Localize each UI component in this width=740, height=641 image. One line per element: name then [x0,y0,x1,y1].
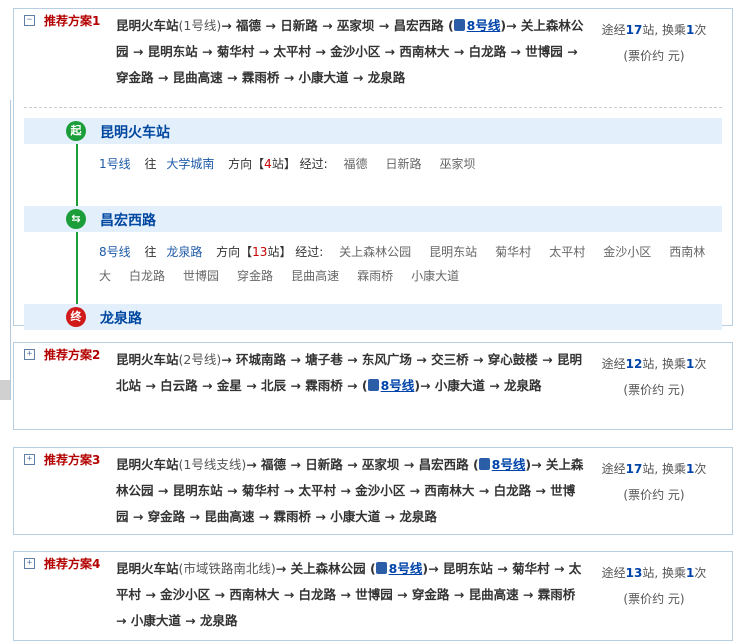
stop-name[interactable]: 日新路 [386,157,422,171]
plan-stats: 途经17站, 换乘1次 (票价约 元) [598,17,710,69]
route-line [76,232,78,304]
station-count: 17 [625,23,643,37]
stop-name[interactable]: 白龙路 [129,269,165,283]
end-station-bar: 终 龙泉路 [24,304,722,330]
plan-title[interactable]: 推荐方案3 [44,451,100,468]
collapse-icon[interactable]: − [24,15,35,26]
station-count: 13 [625,566,643,580]
stops-list: 福德 日新路 巫家坝 [344,157,494,171]
route-text: 昆明火车站 [116,457,179,472]
transfer-icon: ⇆ [66,209,86,229]
plan-stats: 途经13站, 换乘1次 (票价约 元) [598,560,710,612]
route-line [76,144,78,206]
divider [24,107,722,108]
expand-icon[interactable]: + [24,349,35,360]
line-link[interactable]: 8号线 [99,245,131,259]
plan-title[interactable]: 推荐方案4 [44,555,100,572]
transfer-station-name[interactable]: 昌宏西路 [100,210,156,230]
price: (票价约 元) [623,49,685,63]
plan-card-4: + 推荐方案4 昆明火车站(市域铁路南北线)→ 关上森林公园 (8号线)→ 昆明… [13,551,733,641]
station-count: 12 [625,357,643,371]
route-text: → 福德 → 日新路 → 巫家坝 → 昌宏西路 ( [246,457,479,472]
stop-name[interactable]: 穿金路 [237,269,273,283]
expand-icon[interactable]: + [24,454,35,465]
line-link[interactable]: 1号线 [99,157,131,171]
bus-icon [453,19,465,31]
route-text: (1号线) [178,18,222,33]
route-text: (2号线) [178,352,222,367]
scrollbar-thumb[interactable] [0,380,10,400]
line-link[interactable]: 8号线 [389,561,423,576]
route-text: (市域铁路南北线) [178,561,276,576]
price: (票价约 元) [623,488,685,502]
stop-name[interactable]: 巫家坝 [440,157,476,171]
plan-stats: 途经12站, 换乘1次 (票价约 元) [598,351,710,403]
price: (票价约 元) [623,383,685,397]
end-station-name[interactable]: 龙泉路 [100,308,142,328]
route-text: 昆明火车站 [116,561,179,576]
stop-name[interactable]: 菊华村 [495,245,531,259]
stop-name[interactable]: 昆明东站 [429,245,477,259]
plan-title[interactable]: 推荐方案2 [44,346,100,363]
start-icon: 起 [66,121,86,141]
direction-link[interactable]: 大学城南 [166,157,214,171]
price: (票价约 元) [623,592,685,606]
route-text: → 福德 → 日新路 → 巫家坝 → 昌宏西路 ( [221,18,454,33]
route-summary: 昆明火车站(1号线支线)→ 福德 → 日新路 → 巫家坝 → 昌宏西路 ( 8号线… [116,452,586,530]
transfer-station-bar: ⇆ 昌宏西路 [24,206,722,232]
plan-stats: 途经17站, 换乘1次 (票价约 元) [598,456,710,508]
scrollbar[interactable] [0,100,11,400]
stop-name[interactable]: 小康大道 [411,269,459,283]
route-summary: 昆明火车站(市域铁路南北线)→ 关上森林公园 (8号线)→ 昆明东站 → 菊华村… [116,556,586,634]
segment-1: 1号线 往 大学城南 方向【4站】 经过: 福德 日新路 巫家坝 [24,144,722,206]
bus-icon [478,458,490,470]
plan-title[interactable]: 推荐方案1 [44,12,100,29]
route-text: )→ 小康大道 → 龙泉路 [414,378,542,393]
plan-card-3: + 推荐方案3 昆明火车站(1号线支线)→ 福德 → 日新路 → 巫家坝 → 昌… [13,447,733,535]
line-link[interactable]: 8号线 [467,18,501,33]
bus-icon [367,379,379,391]
plan-card-2: + 推荐方案2 昆明火车站(2号线)→ 环城南路 → 塘子巷 → 东风广场 → … [13,342,733,430]
stop-name[interactable]: 关上森林公园 [339,245,411,259]
segment-2: 8号线 往 龙泉路 方向【13站】 经过: 关上森林公园 昆明东站 菊华村 太平村 金沙… [24,232,722,304]
stop-name[interactable]: 霖雨桥 [357,269,393,283]
bus-icon [375,562,387,574]
stop-name[interactable]: 福德 [344,157,368,171]
route-summary: 昆明火车站(2号线)→ 环城南路 → 塘子巷 → 东风广场 → 交三桥 → 穿心… [116,347,586,399]
route-text: 昆明火车站 [116,352,179,367]
expand-icon[interactable]: + [24,558,35,569]
route-summary: 昆明火车站(1号线)→ 福德 → 日新路 → 巫家坝 → 昌宏西路 (8号线)→… [116,13,586,91]
route-text: → 关上森林公园 ( [275,561,376,576]
start-station-name[interactable]: 昆明火车站 [100,122,170,142]
station-count: 17 [625,462,643,476]
end-icon: 终 [66,307,86,327]
plan-card-1: − 推荐方案1 昆明火车站(1号线)→ 福德 → 日新路 → 巫家坝 → 昌宏西… [13,8,733,330]
start-station-bar: 起 昆明火车站 [24,118,722,144]
stop-name[interactable]: 太平村 [549,245,585,259]
stop-name[interactable]: 昆曲高速 [291,269,339,283]
stop-name[interactable]: 金沙小区 [603,245,651,259]
route-text: 昆明火车站 [116,18,179,33]
line-link[interactable]: 8号线 [381,378,415,393]
direction-link[interactable]: 龙泉路 [166,245,202,259]
line-link[interactable]: 8号线 [492,457,526,472]
stop-name[interactable]: 世博园 [183,269,219,283]
route-text: (1号线支线) [178,457,247,472]
